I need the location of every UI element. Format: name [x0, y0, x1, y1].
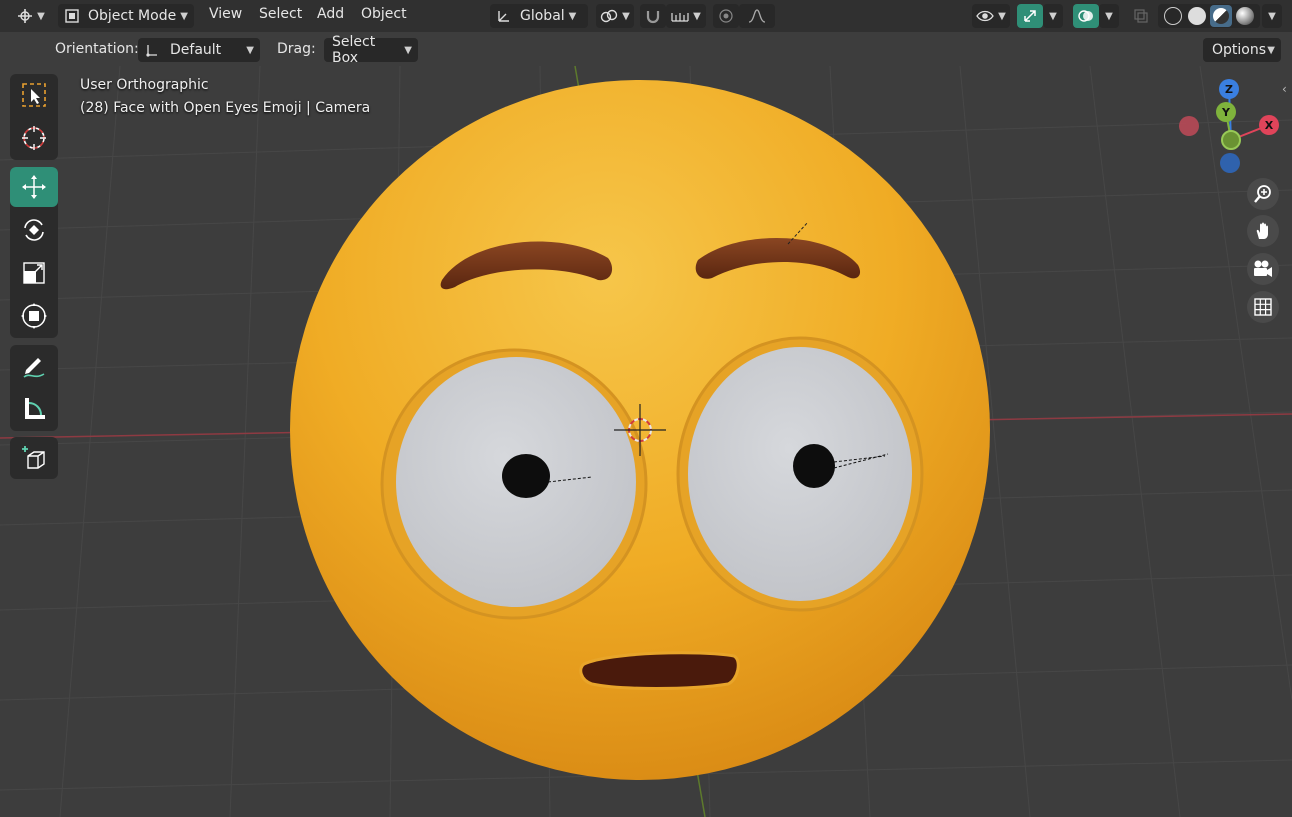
pan-button[interactable] [1247, 215, 1279, 247]
visibility-dropdown[interactable]: ▼ [972, 4, 1010, 28]
menu-select[interactable]: Select [259, 6, 302, 22]
drag-value: Select Box [332, 34, 376, 66]
drag-dropdown[interactable]: Select Box ▼ [324, 34, 418, 66]
menu-add[interactable]: Add [317, 6, 344, 22]
gizmo-arrow-icon [1024, 10, 1036, 22]
orientation-default-icon [146, 45, 157, 57]
snap-increment-icon [671, 13, 689, 22]
tool-move[interactable] [10, 167, 58, 207]
tool-select-box[interactable] [10, 75, 58, 115]
menu-object[interactable]: Object [361, 6, 407, 22]
xray-toggle[interactable] [1130, 4, 1152, 28]
tool-annotate[interactable] [10, 346, 58, 386]
gizmo-z-label: Z [1225, 82, 1233, 96]
falloff-curve-icon [748, 9, 766, 23]
orientation-value: Default [170, 42, 222, 58]
view-name-label: User Orthographic [80, 77, 209, 93]
gizmo-y-label: Y [1222, 105, 1230, 119]
gizmo-neg-x-axis[interactable] [1179, 116, 1199, 136]
gizmo-toggle[interactable] [1017, 4, 1043, 28]
annotate-pen-icon [23, 358, 45, 378]
editor-type-button[interactable]: ▼ [14, 4, 48, 28]
tool-transform[interactable] [10, 296, 58, 336]
gizmo-neg-y-axis[interactable] [1221, 130, 1241, 150]
proportional-edit-toggle[interactable] [713, 4, 739, 28]
options-dropdown[interactable]: Options ▼ [1203, 38, 1281, 62]
move-icon [22, 175, 46, 199]
camera-view-button[interactable] [1247, 253, 1279, 285]
orientation-label: Orientation: [55, 41, 139, 57]
options-label: Options [1212, 42, 1267, 58]
rotate-icon [24, 219, 44, 241]
measure-ruler-icon [25, 398, 45, 419]
navigation-gizmo[interactable]: Z Y X [1170, 74, 1285, 179]
tool-rotate[interactable] [10, 210, 58, 250]
overlays-dropdown[interactable]: ▼ [1099, 4, 1119, 28]
mouth [579, 651, 740, 690]
cursor-icon [18, 9, 33, 23]
3d-viewport[interactable]: ▼ Object Mode ▼ View Select Add Object G… [0, 0, 1292, 817]
ortho-toggle-button[interactable] [1247, 291, 1279, 323]
select-box-icon [22, 83, 46, 107]
snap-target-dropdown[interactable]: ▼ [666, 4, 706, 28]
tool-scale[interactable] [10, 253, 58, 293]
gizmo-x-label: X [1264, 118, 1274, 132]
pivot-link-icon [600, 9, 618, 23]
tool-add-cube[interactable] [10, 438, 58, 478]
gizmo-z-axis[interactable]: Z [1219, 79, 1239, 99]
tool-measure[interactable] [10, 389, 58, 429]
scale-icon [23, 262, 45, 284]
shading-modes [1158, 4, 1260, 28]
tool-cursor[interactable] [10, 118, 58, 158]
material-shading-icon[interactable] [1210, 5, 1232, 27]
zoom-button[interactable] [1247, 178, 1279, 210]
left-pupil [502, 454, 550, 498]
orientation-axes-icon [498, 11, 509, 22]
mode-selector[interactable]: Object Mode ▼ [58, 4, 194, 28]
gizmo-neg-z-axis[interactable] [1220, 153, 1240, 173]
falloff-dropdown[interactable] [739, 4, 775, 28]
eye-icon [976, 10, 994, 22]
object-mode-icon [65, 9, 79, 23]
gizmo-dropdown[interactable]: ▼ [1043, 4, 1063, 28]
hand-pan-icon [1256, 222, 1268, 239]
transform-icon [21, 303, 47, 329]
gizmo-y-axis[interactable]: Y [1216, 102, 1236, 122]
sidebar-toggle-icon[interactable]: ‹ [1282, 82, 1292, 100]
gizmo-x-axis[interactable]: X [1259, 115, 1279, 135]
object-info-label: (28) Face with Open Eyes Emoji | Camera [80, 100, 371, 116]
grid-icon [1254, 298, 1272, 316]
right-pupil [793, 444, 835, 488]
overlays-icon [1078, 10, 1093, 22]
add-cube-icon [22, 446, 45, 469]
orientation-global-label: Global [520, 8, 565, 24]
camera-icon [1254, 260, 1272, 277]
proportional-edit-icon [719, 9, 733, 23]
snap-magnet-icon [646, 11, 660, 24]
scene-canvas[interactable] [0, 0, 1292, 817]
transform-orientation-dropdown[interactable]: Global ▼ [490, 4, 588, 28]
drag-label: Drag: [277, 41, 316, 57]
cursor-target-icon [22, 126, 46, 150]
xray-icon [1134, 9, 1148, 23]
pivot-point-dropdown[interactable]: ▼ [596, 4, 634, 28]
viewport-header: ▼ Object Mode ▼ View Select Add Object G… [0, 0, 1292, 32]
solid-shading-icon[interactable] [1188, 7, 1206, 25]
rendered-shading-icon[interactable] [1236, 7, 1254, 25]
shading-dropdown[interactable]: ▼ [1262, 4, 1282, 28]
orientation-dropdown[interactable]: Default ▼ [138, 38, 260, 62]
wireframe-shading-icon[interactable] [1164, 7, 1182, 25]
overlays-toggle[interactable] [1073, 4, 1099, 28]
menu-view[interactable]: View [209, 6, 242, 22]
mode-label: Object Mode [88, 8, 177, 24]
snap-toggle[interactable] [640, 4, 666, 28]
zoom-icon [1254, 185, 1271, 203]
